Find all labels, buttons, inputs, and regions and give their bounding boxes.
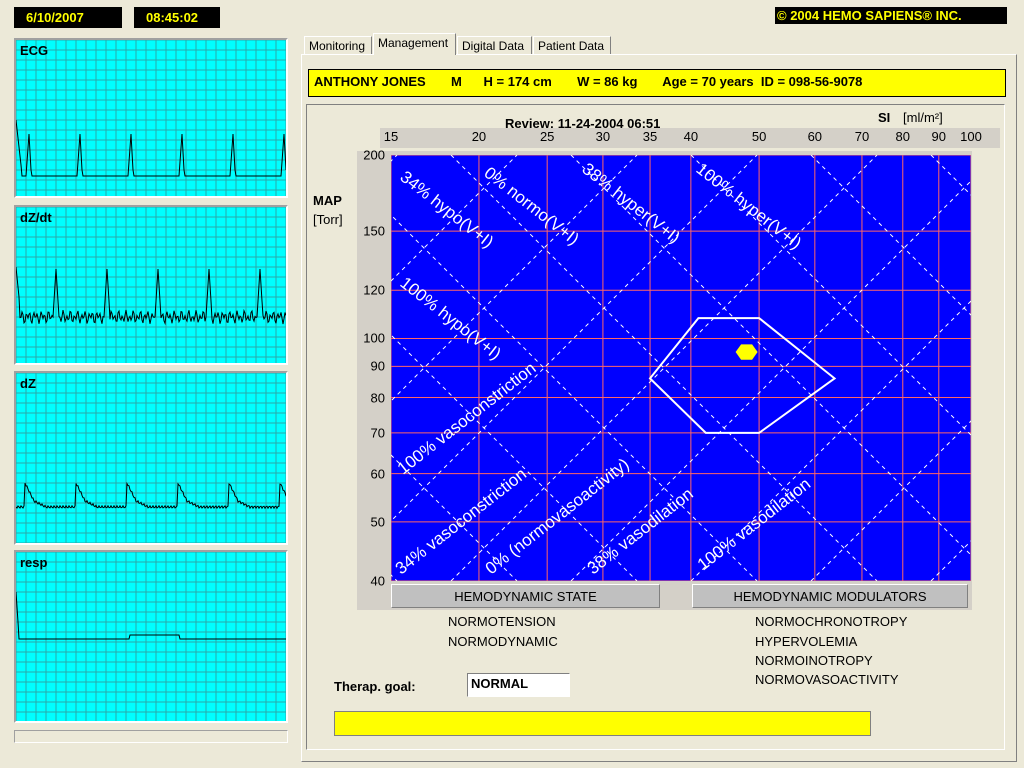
patient-info-bar: ANTHONY JONES M H = 174 cm W = 86 kg Age…: [308, 69, 1006, 97]
y-tick-label: 100: [363, 330, 385, 346]
dz-label: dZ: [20, 376, 36, 391]
time-display: 08:45:02: [134, 7, 220, 28]
ecg-label: ECG: [20, 43, 49, 58]
dz-trace: [16, 373, 286, 543]
dzdt-label: dZ/dt: [20, 210, 52, 225]
y-tick-label: 40: [370, 573, 385, 589]
x-tick-label: 25: [539, 129, 555, 144]
dzdt-panel: dZ/dt: [14, 205, 288, 365]
x-tick-label: 90: [931, 129, 947, 144]
state-item: NORMODYNAMIC: [448, 634, 558, 649]
x-tick-label: 70: [854, 129, 870, 144]
x-tick-label: 40: [683, 129, 699, 144]
copyright-label: © 2004 HEMO SAPIENS® INC.: [775, 7, 1007, 24]
resp-trace: [16, 552, 286, 721]
x-tick-label: 100: [960, 129, 982, 144]
x-tick-label: 35: [642, 129, 658, 144]
hemodynamic-state-button[interactable]: HEMODYNAMIC STATE: [391, 584, 660, 608]
x-axis-label: SI: [878, 110, 891, 125]
x-tick-label: 15: [383, 129, 399, 144]
resp-label: resp: [20, 555, 48, 570]
modulator-item: NORMOCHRONOTROPY: [755, 614, 908, 629]
ecg-panel: ECG: [14, 38, 288, 198]
y-tick-label: 70: [370, 425, 385, 441]
tab-digital-data[interactable]: Digital Data: [457, 36, 532, 54]
ecg-trace: [16, 40, 286, 196]
state-item: NORMOTENSION: [448, 614, 556, 629]
date-display: 6/10/2007: [14, 7, 122, 28]
tab-management[interactable]: Management: [373, 33, 456, 55]
y-tick-label: 80: [370, 390, 385, 406]
x-axis-unit: [ml/m²]: [903, 110, 943, 125]
dz-panel: dZ: [14, 371, 288, 545]
modulator-item: HYPERVOLEMIA: [755, 634, 858, 649]
x-tick-label: 20: [471, 129, 487, 144]
y-tick-label: 200: [363, 147, 385, 163]
tab-monitoring[interactable]: Monitoring: [304, 36, 372, 54]
x-tick-label: 60: [807, 129, 823, 144]
x-tick-label: 80: [895, 129, 910, 144]
y-tick-label: 150: [363, 223, 385, 239]
hemodynamic-modulators-button[interactable]: HEMODYNAMIC MODULATORS: [692, 584, 968, 608]
therapy-goal-label: Therap. goal:: [334, 679, 416, 694]
chart-title: Review: 11-24-2004 06:51: [505, 116, 661, 131]
x-tick-label: 50: [751, 129, 767, 144]
tab-patient-data[interactable]: Patient Data: [533, 36, 611, 54]
modulator-item: NORMOVASOACTIVITY: [755, 672, 899, 687]
y-axis-unit: [Torr]: [313, 212, 343, 227]
modulator-item: NORMOINOTROPY: [755, 653, 873, 668]
y-axis-label: MAP: [313, 193, 342, 208]
resp-panel: resp: [14, 550, 288, 723]
waveform-scrollbar[interactable]: [14, 730, 288, 743]
status-bar: [334, 711, 871, 736]
hemodynamic-chart: 34% hypo(V+I)0% normo(V+I)38% hyper(V+I)…: [391, 155, 971, 581]
dzdt-trace: [16, 207, 286, 363]
y-tick-label: 90: [370, 358, 385, 374]
y-tick-label: 60: [370, 466, 385, 482]
x-tick-label: 30: [595, 129, 611, 144]
y-tick-label: 120: [363, 282, 385, 298]
therapy-goal-field[interactable]: NORMAL: [467, 673, 570, 697]
y-tick-label: 50: [370, 514, 385, 530]
